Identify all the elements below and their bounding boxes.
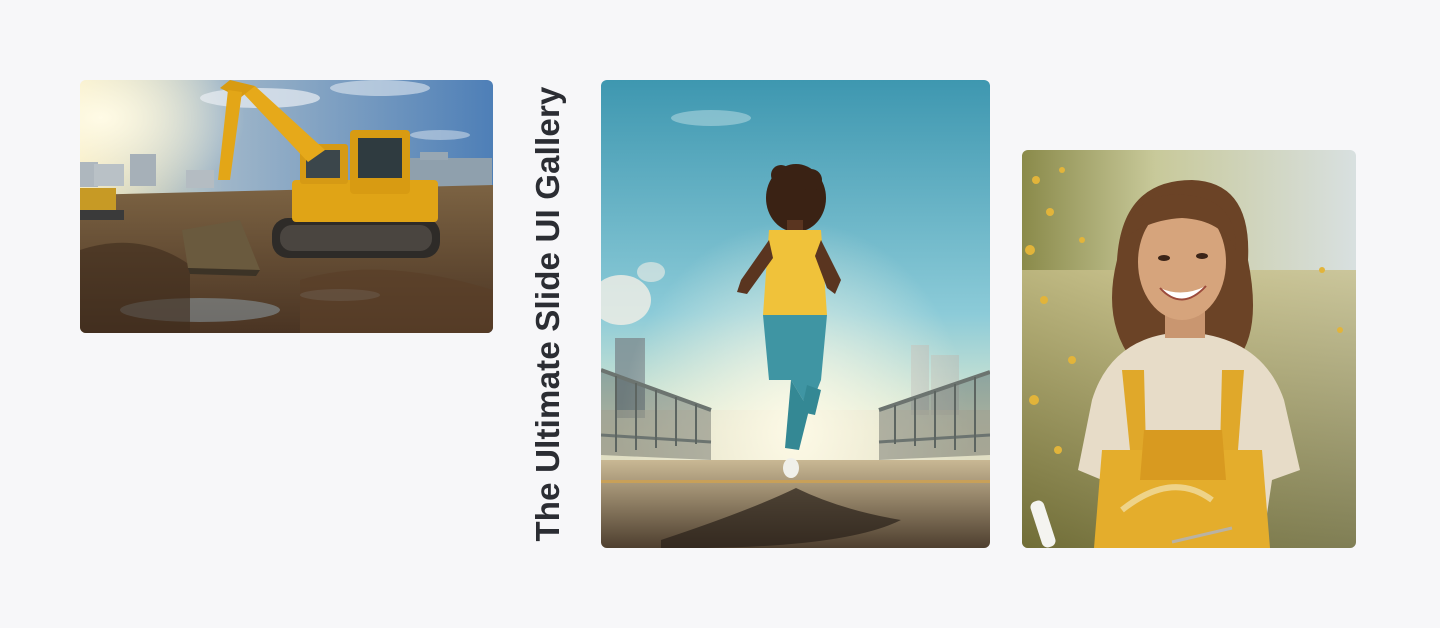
gallery-slide-runner[interactable] [601,80,990,548]
runner-photo [601,80,990,548]
gallery-slide-woman[interactable] [1022,150,1356,548]
gallery-title: The Ultimate Slide UI Gallery [529,86,566,542]
excavator-photo [80,80,493,333]
gallery-slide-excavator[interactable] [80,80,493,333]
woman-photo [1022,150,1356,548]
gallery-title-container: The Ultimate Slide UI Gallery [520,80,576,548]
